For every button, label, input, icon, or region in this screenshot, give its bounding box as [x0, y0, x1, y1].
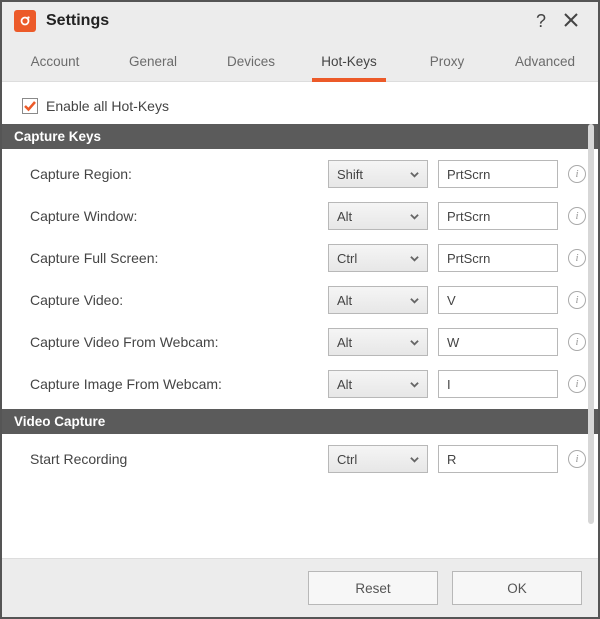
tab-account[interactable]: Account — [6, 40, 104, 81]
video-capture-rows: Start Recording Ctrl i — [2, 434, 598, 484]
capture-keys-rows: Capture Region: Shift i Capture Window: … — [2, 149, 598, 409]
reset-button[interactable]: Reset — [308, 571, 438, 605]
modifier-dropdown[interactable]: Ctrl — [328, 244, 428, 272]
modifier-value: Alt — [337, 377, 352, 392]
info-icon[interactable]: i — [568, 450, 586, 468]
modifier-value: Alt — [337, 293, 352, 308]
content-area: Enable all Hot-Keys Capture Keys Capture… — [2, 82, 598, 553]
info-icon[interactable]: i — [568, 207, 586, 225]
key-input[interactable] — [438, 328, 558, 356]
section-header-video-capture: Video Capture — [2, 409, 598, 434]
chevron-down-icon — [410, 293, 419, 308]
modifier-dropdown[interactable]: Alt — [328, 370, 428, 398]
modifier-dropdown[interactable]: Alt — [328, 328, 428, 356]
enable-all-label: Enable all Hot-Keys — [46, 98, 169, 114]
close-button[interactable] — [556, 11, 586, 32]
help-button[interactable]: ? — [526, 11, 556, 32]
key-input[interactable] — [438, 244, 558, 272]
key-input[interactable] — [438, 286, 558, 314]
tab-bar: Account General Devices Hot-Keys Proxy A… — [2, 40, 598, 82]
tab-proxy[interactable]: Proxy — [398, 40, 496, 81]
row-label: Capture Window: — [30, 208, 328, 224]
modifier-dropdown[interactable]: Ctrl — [328, 445, 428, 473]
modifier-value: Ctrl — [337, 452, 357, 467]
row-capture-video: Capture Video: Alt i — [2, 279, 598, 321]
enable-all-row: Enable all Hot-Keys — [2, 82, 598, 124]
modifier-value: Alt — [337, 209, 352, 224]
tab-advanced[interactable]: Advanced — [496, 40, 594, 81]
row-label: Capture Full Screen: — [30, 250, 328, 266]
row-capture-full-screen: Capture Full Screen: Ctrl i — [2, 237, 598, 279]
key-input[interactable] — [438, 160, 558, 188]
key-input[interactable] — [438, 202, 558, 230]
chevron-down-icon — [410, 251, 419, 266]
row-capture-region: Capture Region: Shift i — [2, 153, 598, 195]
modifier-dropdown[interactable]: Alt — [328, 286, 428, 314]
row-label: Start Recording — [30, 451, 328, 467]
row-label: Capture Image From Webcam: — [30, 376, 328, 392]
chevron-down-icon — [410, 167, 419, 182]
app-icon — [14, 10, 36, 32]
key-input[interactable] — [438, 445, 558, 473]
info-icon[interactable]: i — [568, 249, 586, 267]
modifier-dropdown[interactable]: Alt — [328, 202, 428, 230]
modifier-value: Shift — [337, 167, 363, 182]
info-icon[interactable]: i — [568, 333, 586, 351]
chevron-down-icon — [410, 452, 419, 467]
ok-button[interactable]: OK — [452, 571, 582, 605]
tab-hot-keys[interactable]: Hot-Keys — [300, 40, 398, 81]
chevron-down-icon — [410, 335, 419, 350]
modifier-value: Ctrl — [337, 251, 357, 266]
titlebar: Settings ? — [2, 2, 598, 40]
tab-devices[interactable]: Devices — [202, 40, 300, 81]
footer: Reset OK — [2, 558, 598, 617]
enable-all-checkbox[interactable] — [22, 98, 38, 114]
chevron-down-icon — [410, 377, 419, 392]
section-header-capture-keys: Capture Keys — [2, 124, 598, 149]
row-capture-image-webcam: Capture Image From Webcam: Alt i — [2, 363, 598, 405]
modifier-value: Alt — [337, 335, 352, 350]
window-title: Settings — [46, 12, 109, 30]
row-capture-window: Capture Window: Alt i — [2, 195, 598, 237]
row-label: Capture Region: — [30, 166, 328, 182]
row-start-recording: Start Recording Ctrl i — [2, 438, 598, 480]
row-label: Capture Video From Webcam: — [30, 334, 328, 350]
chevron-down-icon — [410, 209, 419, 224]
info-icon[interactable]: i — [568, 375, 586, 393]
tab-general[interactable]: General — [104, 40, 202, 81]
modifier-dropdown[interactable]: Shift — [328, 160, 428, 188]
scrollbar[interactable] — [588, 124, 594, 524]
settings-window: Settings ? Account General Devices Hot-K… — [0, 0, 600, 619]
info-icon[interactable]: i — [568, 165, 586, 183]
row-capture-video-webcam: Capture Video From Webcam: Alt i — [2, 321, 598, 363]
info-icon[interactable]: i — [568, 291, 586, 309]
row-label: Capture Video: — [30, 292, 328, 308]
key-input[interactable] — [438, 370, 558, 398]
